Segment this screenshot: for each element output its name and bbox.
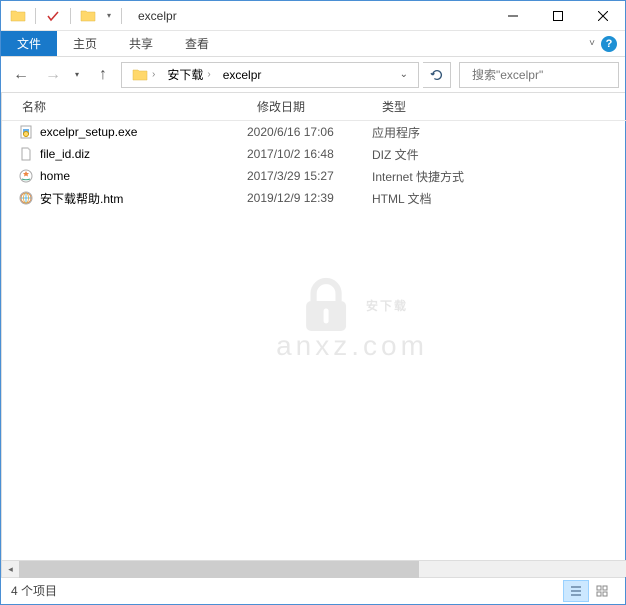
column-date[interactable]: 修改日期: [247, 98, 372, 115]
back-button[interactable]: ←: [7, 62, 35, 88]
tab-home[interactable]: 主页: [57, 31, 113, 56]
window-title: excelpr: [138, 9, 177, 23]
folder-open-icon[interactable]: [77, 5, 99, 27]
column-headers: 名称 修改日期 类型: [2, 93, 626, 121]
forward-button[interactable]: →: [39, 62, 67, 88]
main-area: ▾快速访问Des下载文档图片AAAAA安下载图片管未上传▾此电脑▸视频▾图片Ap…: [1, 93, 625, 577]
watermark: 安下载 anxz.com: [276, 276, 428, 362]
navigation-bar: ← → ▾ ↑ › 安下载 › excelpr ⌄: [1, 57, 625, 93]
qa-dropdown-icon[interactable]: ▾: [103, 5, 115, 27]
breadcrumb-label: excelpr: [223, 68, 262, 82]
breadcrumb-root-icon[interactable]: ›: [126, 67, 161, 83]
address-dropdown[interactable]: ⌄: [394, 69, 414, 80]
scroll-left-button[interactable]: ◂: [2, 561, 19, 578]
folder-icon[interactable]: [7, 5, 29, 27]
details-view-button[interactable]: [563, 580, 589, 602]
html-icon: [18, 190, 34, 206]
file-row[interactable]: excelpr_setup.exe 2020/6/16 17:06 应用程序: [2, 121, 626, 143]
search-input[interactable]: [472, 68, 626, 82]
properties-icon[interactable]: [42, 5, 64, 27]
history-dropdown[interactable]: ▾: [71, 62, 85, 88]
close-button[interactable]: [580, 2, 625, 30]
tab-file[interactable]: 文件: [1, 31, 57, 56]
address-bar[interactable]: › 安下载 › excelpr ⌄: [121, 62, 419, 88]
ribbon-help-area: ˅ ?: [589, 31, 625, 56]
watermark-text: 安下载: [366, 297, 408, 314]
expand-ribbon-icon[interactable]: ˅: [589, 38, 595, 49]
file-name: excelpr_setup.exe: [40, 125, 137, 139]
file-date: 2017/3/29 15:27: [247, 169, 372, 183]
file-icon: [18, 146, 34, 162]
status-bar: 4 个项目: [1, 577, 625, 603]
quick-access-toolbar: ▾: [1, 5, 130, 27]
breadcrumb-item[interactable]: excelpr: [217, 68, 268, 82]
help-icon[interactable]: ?: [601, 36, 617, 52]
minimize-button[interactable]: [490, 2, 535, 30]
title-bar: ▾ excelpr: [1, 1, 625, 31]
tab-share[interactable]: 共享: [113, 31, 169, 56]
lock-icon: [296, 276, 356, 336]
up-button[interactable]: ↑: [89, 62, 117, 88]
icons-view-button[interactable]: [589, 580, 615, 602]
breadcrumb-item[interactable]: 安下载 ›: [161, 66, 216, 83]
file-name: file_id.diz: [40, 147, 90, 161]
column-type[interactable]: 类型: [372, 98, 626, 115]
item-count: 4 个项目: [11, 582, 57, 599]
window-controls: [490, 2, 625, 30]
maximize-button[interactable]: [535, 2, 580, 30]
file-date: 2019/12/9 12:39: [247, 191, 372, 205]
view-switcher: [563, 580, 615, 602]
file-name: home: [40, 169, 70, 183]
column-name[interactable]: 名称: [2, 98, 247, 115]
horizontal-scrollbar[interactable]: ◂ ▸: [2, 560, 626, 577]
tab-view[interactable]: 查看: [169, 31, 225, 56]
url-icon: [18, 168, 34, 184]
file-date: 2020/6/16 17:06: [247, 125, 372, 139]
watermark-sub: anxz.com: [276, 330, 428, 362]
file-list[interactable]: excelpr_setup.exe 2020/6/16 17:06 应用程序 f…: [2, 121, 626, 560]
breadcrumb-label: 安下载: [167, 66, 203, 83]
file-date: 2017/10/2 16:48: [247, 147, 372, 161]
refresh-button[interactable]: [423, 62, 451, 88]
file-type: DIZ 文件: [372, 146, 512, 163]
file-row[interactable]: file_id.diz 2017/10/2 16:48 DIZ 文件: [2, 143, 626, 165]
file-type: Internet 快捷方式: [372, 168, 512, 185]
file-row[interactable]: 安下载帮助.htm 2019/12/9 12:39 HTML 文档: [2, 187, 626, 209]
file-type: HTML 文档: [372, 190, 512, 207]
file-name: 安下载帮助.htm: [40, 190, 123, 207]
exe-icon: [18, 124, 34, 140]
ribbon-tabs: 文件 主页 共享 查看 ˅ ?: [1, 31, 625, 57]
search-box[interactable]: [459, 62, 619, 88]
file-row[interactable]: home 2017/3/29 15:27 Internet 快捷方式: [2, 165, 626, 187]
file-type: 应用程序: [372, 124, 512, 141]
scroll-track[interactable]: [19, 561, 626, 578]
scroll-thumb[interactable]: [19, 561, 419, 578]
content-pane: 名称 修改日期 类型 excelpr_setup.exe 2020/6/16 1…: [2, 93, 626, 577]
